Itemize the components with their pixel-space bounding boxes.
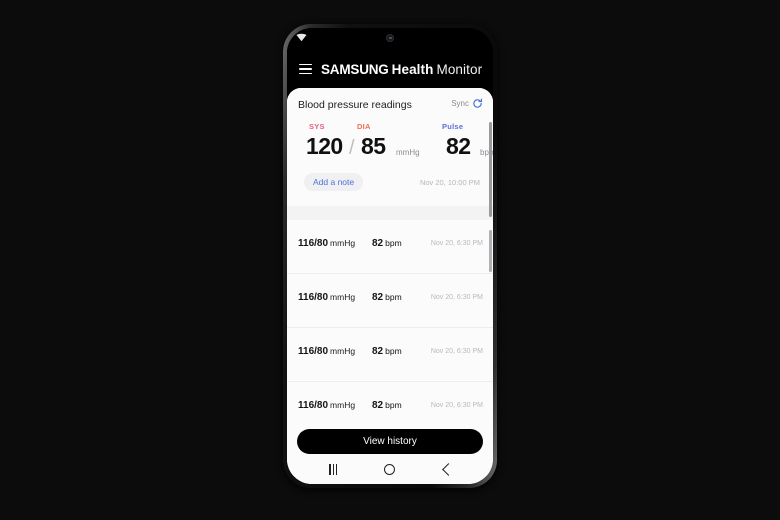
dia-label: DIA: [357, 122, 371, 131]
page-title: Blood pressure readings: [298, 99, 412, 111]
app-title: SAMSUNG Health Monitor: [321, 62, 482, 77]
add-note-button[interactable]: Add a note: [304, 173, 364, 191]
current-reading-card: SYS DIA Pulse 120 / 85 mmHg 82 bpm Add a…: [287, 122, 493, 206]
hamburger-menu-icon[interactable]: [299, 63, 312, 75]
status-bar: [287, 28, 493, 50]
app-title-health: Health: [391, 61, 434, 77]
table-row[interactable]: 116/80 mmHg 82 bpm Nov 20, 6:30 PM: [287, 382, 493, 436]
note-row: Add a note Nov 20, 10:00 PM: [298, 173, 482, 199]
scrollbar-thumb-secondary[interactable]: [489, 230, 492, 272]
scrollbar-track[interactable]: [489, 122, 492, 452]
pulse-value: 82: [446, 133, 471, 159]
view-history-button[interactable]: View history: [297, 429, 483, 454]
table-row[interactable]: 116/80 mmHg 82 bpm Nov 20, 6:30 PM: [287, 220, 493, 274]
row-bp-value: 116/80 mmHg: [298, 400, 356, 411]
row-pulse-value: 82 bpm: [372, 292, 402, 303]
row-timestamp: Nov 20, 6:30 PM: [430, 294, 483, 301]
android-navigation-bar: [287, 454, 493, 484]
row-pulse-value: 82 bpm: [372, 238, 402, 249]
sync-refresh-icon: [473, 98, 483, 108]
row-pulse-value: 82 bpm: [372, 346, 402, 357]
sys-label: SYS: [309, 122, 325, 131]
history-list: 116/80 mmHg 82 bpm Nov 20, 6:30 PM 116/80 m…: [287, 220, 493, 436]
row-timestamp: Nov 20, 6:30 PM: [430, 402, 483, 409]
current-values-row: 120 / 85 mmHg 82 bpm: [298, 133, 493, 165]
front-camera-punch-hole-icon: [386, 34, 394, 42]
row-bp-value: 116/80 mmHg: [298, 238, 356, 249]
app-bar: SAMSUNG Health Monitor: [287, 50, 493, 88]
current-reading-timestamp: Nov 20, 10:00 PM: [419, 178, 480, 187]
bp-unit-label: mmHg: [396, 148, 420, 157]
row-bp-value: 116/80 mmHg: [298, 292, 356, 303]
row-timestamp: Nov 20, 6:30 PM: [430, 348, 483, 355]
phone-screen: SAMSUNG Health Monitor Blood pressure read…: [287, 28, 493, 484]
scrollbar-thumb[interactable]: [489, 122, 492, 217]
value-separator: /: [349, 137, 355, 159]
app-title-monitor: Monitor: [436, 61, 483, 77]
table-row[interactable]: 116/80 mmHg 82 bpm Nov 20, 6:30 PM: [287, 274, 493, 328]
home-icon[interactable]: [378, 457, 402, 481]
content-sheet: Blood pressure readings Sync SYS DIA Pul…: [287, 88, 493, 484]
wifi-icon: [296, 33, 307, 42]
row-pulse-value: 82 bpm: [372, 400, 402, 411]
sheet-header: Blood pressure readings Sync: [287, 88, 493, 122]
sys-value: 120: [306, 133, 343, 159]
table-row[interactable]: 116/80 mmHg 82 bpm Nov 20, 6:30 PM: [287, 328, 493, 382]
sync-label: Sync: [451, 99, 469, 108]
recents-icon[interactable]: [321, 457, 345, 481]
row-bp-value: 116/80 mmHg: [298, 346, 356, 357]
back-icon[interactable]: [435, 457, 459, 481]
sync-button[interactable]: Sync: [451, 98, 483, 109]
section-divider: [287, 206, 493, 220]
app-title-brand: SAMSUNG: [321, 61, 389, 77]
pulse-label: Pulse: [442, 122, 464, 131]
bottom-area: View history: [287, 429, 493, 484]
row-timestamp: Nov 20, 6:30 PM: [430, 240, 483, 247]
dia-value: 85: [361, 133, 386, 159]
